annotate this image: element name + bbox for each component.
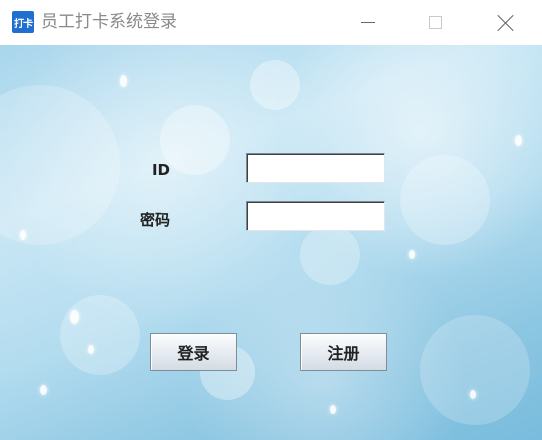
bokeh-circle	[0, 85, 120, 245]
bokeh-dot	[40, 385, 47, 395]
minimize-icon	[361, 22, 375, 23]
bokeh-circle	[300, 225, 360, 285]
maximize-button[interactable]	[412, 0, 458, 45]
bokeh-circle	[400, 155, 490, 245]
password-label: 密码	[139, 211, 170, 229]
bokeh-dot	[515, 135, 522, 146]
close-button[interactable]	[483, 0, 529, 45]
bokeh-circle	[250, 60, 300, 110]
bokeh-circle	[160, 105, 230, 175]
bokeh-dot	[409, 250, 415, 259]
title-bar[interactable]: 打卡 员工打卡系统登录	[0, 0, 542, 45]
bokeh-dot	[88, 345, 94, 354]
bokeh-dot	[70, 310, 79, 324]
minimize-button[interactable]	[345, 0, 391, 45]
close-icon	[497, 14, 515, 32]
id-label: ID	[151, 161, 170, 179]
bokeh-circle	[60, 295, 140, 375]
app-icon: 打卡	[12, 11, 34, 33]
bokeh-dot	[470, 390, 476, 399]
password-field[interactable]	[246, 201, 385, 231]
bokeh-dot	[120, 75, 127, 87]
login-window: 打卡 员工打卡系统登录 ID 密码 登录 注册	[0, 0, 542, 440]
bokeh-dot	[330, 405, 336, 414]
login-button[interactable]: 登录	[150, 333, 237, 371]
bokeh-circle	[420, 315, 530, 425]
id-field[interactable]	[246, 153, 385, 183]
bokeh-dot	[20, 230, 26, 240]
login-panel: ID 密码 登录 注册	[0, 45, 542, 440]
window-title: 员工打卡系统登录	[41, 12, 177, 32]
maximize-icon	[428, 16, 442, 29]
register-button[interactable]: 注册	[300, 333, 387, 371]
